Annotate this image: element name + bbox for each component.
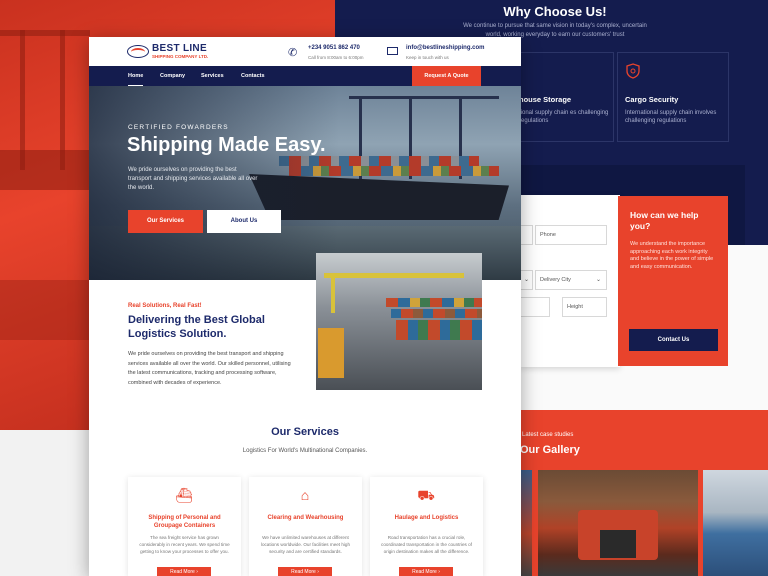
hero-kicker: CERTIFIED FOWARDERS [128,124,229,131]
feature-title: Cargo Security [625,95,679,104]
service-title: Clearing and Wearhousing [267,515,344,521]
ship-icon: ⛴ [175,487,193,503]
quote-form: Phone Delivery City ⌄ ⌄ Height [500,195,620,367]
service-card-haulage[interactable]: ⛟ Haulage and Logistics Road transportat… [370,477,483,576]
service-desc: The sea freight service has grown consid… [139,535,230,554]
service-desc: Road transportation has a crucial role, … [381,535,472,554]
gallery-kicker: Latest case studies [522,432,574,438]
service-title: Haulage and Logistics [394,515,459,521]
header-email[interactable]: info@bestlineshipping.com [406,45,485,51]
service-desc: We have unlimited warehouses at differen… [260,535,351,554]
read-more-button[interactable]: Read More › [278,567,332,576]
about-desc: We pride ourselves on providing the best… [128,351,291,386]
feature-desc: International supply chain involves chal… [625,110,717,124]
help-panel: How can we help you? We understand the i… [618,196,728,366]
feature-card-storage: house Storage tional supply chain es cha… [510,52,614,142]
request-quote-button[interactable]: Request A Quote [412,66,481,86]
about-us-button[interactable]: About Us [207,210,281,233]
gallery-image-containers[interactable] [520,470,532,576]
about-title: Delivering the Best Global Logistics Sol… [128,314,265,340]
header-email-note: Keep in touch with us [406,55,449,60]
website-page: BEST LINE SHIPPING COMPANY LTD. ✆ +234 9… [89,37,521,576]
read-more-button[interactable]: Read More › [157,567,211,576]
nav-contacts[interactable]: Contacts [241,66,265,86]
warehouse-icon: ⌂ [300,487,310,503]
delivery-city-label: Delivery City [540,277,571,283]
shield-icon [626,63,640,79]
service-title: Shipping of Personal and Groupage Contai… [148,515,221,529]
hero-banner: CERTIFIED FOWARDERS Shipping Made Easy. … [89,86,521,280]
gallery-image-truck[interactable] [538,470,698,576]
feature-desc: tional supply chain es challenging regul… [519,110,609,124]
service-card-shipping[interactable]: ⛴ Shipping of Personal and Groupage Cont… [128,477,241,576]
services-title: Our Services [271,426,339,438]
gantry-leg [331,273,335,313]
container-row [396,320,482,340]
gallery-image-port[interactable] [703,470,768,576]
truck-icon: ⛟ [417,487,435,503]
mail-icon [387,47,398,55]
service-card-clearing[interactable]: ⌂ Clearing and Wearhousing We have unlim… [249,477,362,576]
services-subtitle: Logistics For World's Multinational Comp… [242,448,368,454]
why-choose-title: Why Choose Us! [503,4,607,19]
chevron-down-icon: ⌄ [523,277,529,283]
gantry-crane [324,273,464,278]
contact-us-button[interactable]: Contact Us [629,329,718,351]
read-more-button[interactable]: Read More › [399,567,453,576]
nav-company[interactable]: Company [160,66,185,86]
delivery-city-select[interactable]: Delivery City ⌄ [535,270,607,290]
background-light-panel [0,430,100,576]
rail-car [318,328,344,378]
logo-subtitle: SHIPPING COMPANY LTD. [152,54,209,59]
help-desc: We understand the importance approaching… [630,241,714,270]
rail-yard-photo [316,253,482,390]
hero-desc: We pride ourselves on providing the best… [128,167,258,191]
header-phone[interactable]: +234 9051 862 470 [308,45,360,51]
chevron-down-icon: ⌄ [595,277,601,283]
feature-card-security: Cargo Security International supply chai… [617,52,729,142]
main-nav: Home Company Services Contacts Request A… [89,66,521,86]
nav-services[interactable]: Services [201,66,224,86]
our-services-button[interactable]: Our Services [128,210,203,233]
truck-grille [600,530,636,558]
logo-title[interactable]: BEST LINE [152,43,207,54]
height-field[interactable]: Height [562,297,607,317]
phone-field[interactable]: Phone [535,225,607,245]
help-title: How can we help you? [630,210,699,231]
logo-icon[interactable] [127,45,149,58]
nav-home[interactable]: Home [128,66,144,86]
hero-title: Shipping Made Easy. [127,134,326,156]
gallery-title: Our Gallery [520,444,580,456]
container-row [391,309,482,318]
feature-title: house Storage [519,95,572,104]
about-kicker: Real Solutions, Real Fast! [128,303,202,309]
site-header: BEST LINE SHIPPING COMPANY LTD. ✆ +234 9… [89,37,521,66]
container-row [386,298,482,307]
header-phone-note: Call from 8:00am to 6:00pm [308,55,364,60]
phone-icon: ✆ [288,47,298,59]
